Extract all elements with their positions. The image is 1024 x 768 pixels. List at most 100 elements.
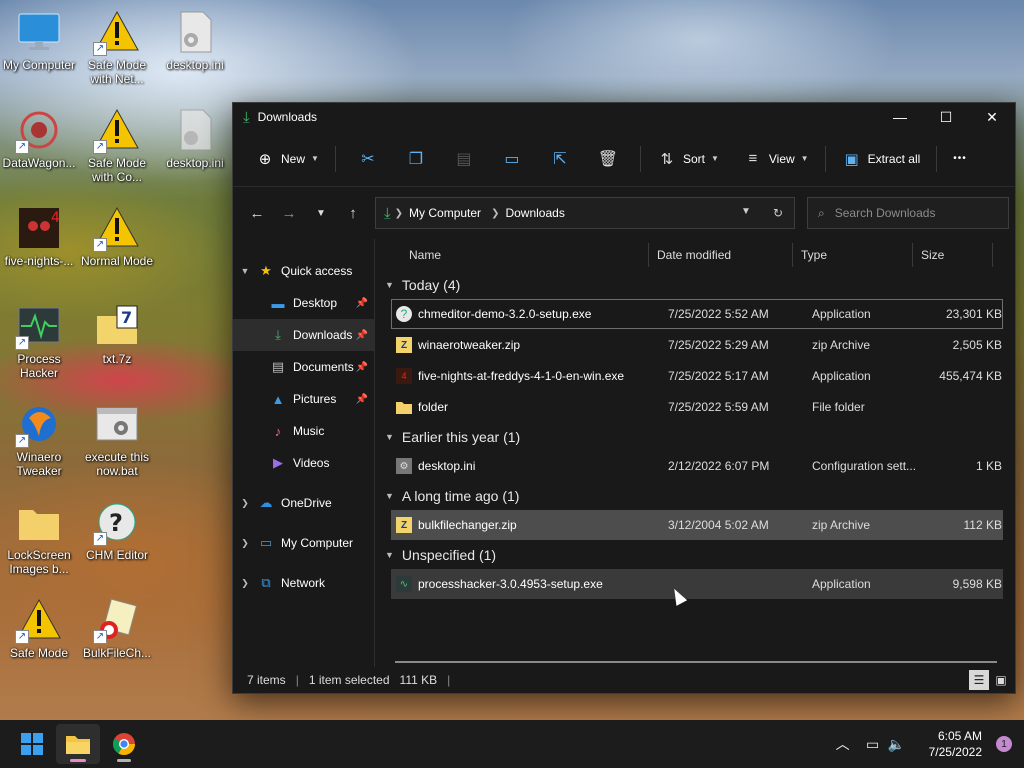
title-bar[interactable]: ⤓ Downloads — ☐ ✕	[233, 103, 1015, 131]
volume-icon[interactable]: 🔈	[885, 736, 909, 753]
breadcrumb-downloads[interactable]: Downloads	[505, 206, 564, 220]
nav-item-music[interactable]: ♪ Music	[233, 415, 374, 447]
desktop-icon-process-hacker[interactable]: ↗ Process Hacker	[0, 298, 78, 390]
refresh-button[interactable]: ↻	[762, 206, 794, 220]
cloud-icon: ☁	[259, 495, 273, 510]
search-input[interactable]	[834, 206, 995, 220]
column-name[interactable]: Name	[375, 243, 649, 267]
copy-button[interactable]: ❐	[392, 142, 440, 176]
desktop-icon-execute-bat[interactable]: execute this now.bat	[78, 396, 156, 488]
pulse-monitor-icon: ∿	[396, 576, 412, 592]
group-header-long-time-ago[interactable]: ▼ A long time ago (1)	[375, 482, 1015, 510]
maximize-button[interactable]: ☐	[923, 103, 969, 131]
picture-icon: ▲	[271, 391, 285, 407]
clock[interactable]: 6:05 AM 7/25/2022	[929, 728, 982, 760]
desktop-icon-my-computer[interactable]: My Computer	[0, 4, 78, 96]
search-box[interactable]: ⌕	[807, 197, 1009, 229]
forward-button[interactable]: →	[273, 198, 305, 228]
rename-icon: ▭	[504, 150, 520, 168]
chevron-up-icon: ︿	[835, 736, 850, 752]
desktop-icon-txt-7z[interactable]: 7 txt.7z	[78, 298, 156, 390]
desktop-icon-desktop-ini[interactable]: desktop.ini	[156, 4, 234, 96]
nav-item-downloads[interactable]: ⤓ Downloads 📌	[233, 319, 374, 351]
nav-network[interactable]: ❯ ⧉ Network	[233, 567, 374, 599]
extract-all-button[interactable]: ▣ Extract all	[834, 142, 929, 176]
paste-button[interactable]: ▤	[440, 142, 488, 176]
column-type[interactable]: Type	[793, 243, 913, 267]
table-row[interactable]: ⚙ desktop.ini 2/12/2022 6:07 PM Configur…	[391, 451, 1003, 481]
folder-icon	[66, 736, 90, 754]
cut-button[interactable]: ✂	[344, 142, 392, 176]
nav-item-videos[interactable]: ▶ Videos	[233, 447, 374, 479]
sort-icon: ⇅	[660, 150, 674, 168]
nav-item-documents[interactable]: ▤ Documents 📌	[233, 351, 374, 383]
nav-onedrive[interactable]: ❯ ☁ OneDrive	[233, 487, 374, 519]
group-header-earlier-this-year[interactable]: ▼ Earlier this year (1)	[375, 423, 1015, 451]
sort-button[interactable]: ⇅ Sort ▼	[649, 142, 727, 176]
nav-quick-access[interactable]: ▼ ★ Quick access	[233, 255, 374, 287]
copy-icon: ❐	[408, 150, 424, 168]
chevron-down-icon: ▼	[710, 154, 719, 163]
delete-button[interactable]: 🗑	[584, 142, 632, 176]
horizontal-scrollbar[interactable]	[395, 661, 997, 663]
back-button[interactable]: ←	[241, 198, 273, 228]
table-row[interactable]: 4 five-nights-at-freddys-4-1-0-en-win.ex…	[391, 361, 1003, 391]
desktop-icon-bulkfilechanger[interactable]: ↗ BulkFileCh...	[78, 592, 156, 684]
desktop-icon-desktop-ini-2[interactable]: desktop.ini	[156, 102, 234, 194]
chevron-down-icon: ▼	[385, 491, 394, 501]
desktop-icon-datawagon[interactable]: ↗ DataWagon...	[0, 102, 78, 194]
desktop-icon-five-nights[interactable]: 4 five-nights-...	[0, 200, 78, 292]
minimize-button[interactable]: —	[877, 103, 923, 131]
toolbar-divider	[824, 145, 826, 172]
address-bar[interactable]: ⤓ ❯ My Computer ❯ Downloads ▼ ↻	[375, 197, 795, 229]
desktop-icon-safe-mode-command[interactable]: ↗ Safe Mode with Co...	[78, 102, 156, 194]
nav-my-computer[interactable]: ❯ ▭ My Computer	[233, 527, 374, 559]
table-row[interactable]: Z winaerotweaker.zip 7/25/2022 5:29 AM z…	[391, 330, 1003, 360]
desktop-icon-safe-mode[interactable]: ↗ Safe Mode	[0, 592, 78, 684]
desktop-icon-safe-mode-network[interactable]: ↗ Safe Mode with Net...	[78, 4, 156, 96]
navigation-pane: ▼ ★ Quick access ▬ Desktop 📌 ⤓ Downloads…	[233, 239, 375, 667]
tiles-view-button[interactable]: ▣	[991, 670, 1011, 690]
table-row[interactable]: ? chmeditor-demo-3.2.0-setup.exe 7/25/20…	[391, 299, 1003, 329]
new-button[interactable]: ⊕ New ▼	[247, 142, 327, 176]
navigation-bar: ← → ▼ ↑ ⤓ ❯ My Computer ❯ Downloads ▼ ↻ …	[233, 187, 1015, 239]
column-date-modified[interactable]: Date modified	[649, 243, 793, 267]
desktop-icon-winaero-tweaker[interactable]: ↗ Winaero Tweaker	[0, 396, 78, 488]
chevron-right-icon: ❯	[491, 207, 500, 219]
nav-item-desktop[interactable]: ▬ Desktop 📌	[233, 287, 374, 319]
nav-item-pictures[interactable]: ▲ Pictures 📌	[233, 383, 374, 415]
table-row[interactable]: folder 7/25/2022 5:59 AM File folder	[391, 392, 1003, 422]
window-title: Downloads	[257, 110, 318, 124]
arrow-left-icon: ←	[249, 204, 265, 222]
shortcut-arrow-icon: ↗	[93, 532, 107, 546]
network-status-icon[interactable]: ▭	[861, 736, 885, 753]
taskbar-file-explorer[interactable]	[56, 724, 100, 764]
table-row[interactable]: ∿ processhacker-3.0.4953-setup.exe Appli…	[391, 569, 1003, 599]
more-options-button[interactable]: •••	[945, 142, 975, 176]
group-header-unspecified[interactable]: ▼ Unspecified (1)	[375, 541, 1015, 569]
share-button[interactable]: ⇱	[536, 142, 584, 176]
breadcrumb-my-computer[interactable]: My Computer	[409, 206, 481, 220]
close-button[interactable]: ✕	[969, 103, 1015, 131]
show-hidden-icons-button[interactable]: ︿	[831, 734, 855, 754]
desktop-icon-normal-mode[interactable]: ↗ Normal Mode	[78, 200, 156, 292]
toolbar-divider	[639, 145, 641, 172]
address-dropdown-button[interactable]: ▼	[730, 206, 762, 220]
details-view-button[interactable]: ☰	[969, 670, 989, 690]
recent-locations-button[interactable]: ▼	[305, 198, 337, 228]
group-header-today[interactable]: ▼ Today (4)	[375, 271, 1015, 299]
column-size[interactable]: Size	[913, 243, 993, 267]
taskbar-chrome[interactable]	[102, 724, 146, 764]
desktop-icon-lockscreen-images[interactable]: LockScreen Images b...	[0, 494, 78, 586]
explorer-window: ⤓ Downloads — ☐ ✕ ⊕ New ▼ ✂ ❐ ▤ ▭ ⇱ 🗑 ⇅ …	[232, 102, 1016, 694]
rename-button[interactable]: ▭	[488, 142, 536, 176]
start-button[interactable]	[10, 724, 54, 764]
table-row[interactable]: Z bulkfilechanger.zip 3/12/2004 5:02 AM …	[391, 510, 1003, 540]
downloads-icon: ⤓	[243, 108, 250, 126]
shortcut-arrow-icon: ↗	[93, 238, 107, 252]
view-button[interactable]: ≡ View ▼	[735, 142, 817, 176]
settings-file-icon: ⚙	[396, 458, 412, 474]
notification-badge[interactable]: 1	[996, 736, 1012, 752]
desktop-icon-chm-editor[interactable]: ? ↗ CHM Editor	[78, 494, 156, 586]
up-button[interactable]: ↑	[337, 198, 369, 228]
